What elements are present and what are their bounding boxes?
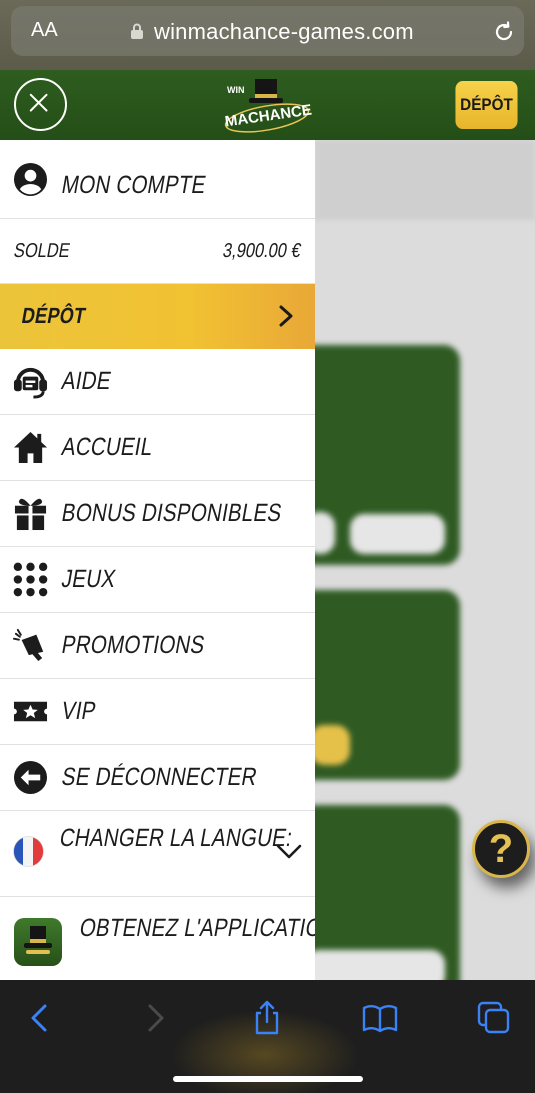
menu-label-bonus: BONUS DISPONIBLES <box>59 499 285 527</box>
browser-bottom-toolbar <box>0 980 535 1093</box>
balance-label: SOLDE <box>12 240 72 262</box>
header-deposit-button[interactable]: DÉPÔT <box>455 81 518 129</box>
url-text[interactable]: winmachance-games.com <box>154 19 414 45</box>
browser-toolbar: AA winmachance-games.com <box>0 0 535 70</box>
bookmarks-icon[interactable] <box>362 1000 398 1036</box>
logout-icon <box>13 760 48 795</box>
text-size-button[interactable]: AA <box>31 19 58 42</box>
site-logo[interactable]: WIN MACHANCE <box>215 74 315 136</box>
ticket-star-icon <box>13 694 48 729</box>
side-menu: MON COMPTE SOLDE 3,900.00 € DÉPÔT AIDE A… <box>0 140 315 980</box>
user-icon <box>13 162 48 197</box>
address-bar[interactable]: AA winmachance-games.com <box>11 6 524 56</box>
menu-label-home: ACCUEIL <box>59 433 156 461</box>
close-icon <box>29 93 48 112</box>
question-mark-icon: ? <box>488 826 514 871</box>
lock-icon <box>131 23 143 39</box>
share-icon[interactable] <box>249 1000 285 1036</box>
headset-icon <box>13 364 48 399</box>
home-indicator <box>173 1076 363 1082</box>
menu-label-help: AIDE <box>59 367 114 395</box>
chevron-down-icon <box>276 844 302 859</box>
menu-label-vip: VIP <box>59 697 99 725</box>
balance-value: 3,900.00 € <box>221 240 304 262</box>
menu-item-logout[interactable]: SE DÉCONNECTER <box>0 745 315 811</box>
menu-item-home[interactable]: ACCUEIL <box>0 415 315 481</box>
get-app-link[interactable]: OBTENEZ L'APPLICATION <box>0 897 315 980</box>
menu-label-account: MON COMPTE <box>59 171 209 199</box>
gift-icon <box>13 496 48 531</box>
menu-item-help[interactable]: AIDE <box>0 349 315 415</box>
menu-label-promotions: PROMOTIONS <box>59 631 208 659</box>
megaphone-icon <box>13 628 48 663</box>
flag-france-icon <box>13 836 44 867</box>
chevron-right-icon <box>279 305 293 327</box>
back-icon[interactable] <box>22 1000 58 1036</box>
menu-deposit-button[interactable]: DÉPÔT <box>0 284 315 349</box>
logo-top-text: WIN <box>227 85 245 95</box>
site-header: WIN MACHANCE DÉPÔT <box>0 70 535 140</box>
language-label: CHANGER LA LANGUE: <box>57 824 295 852</box>
forward-icon[interactable] <box>137 1000 173 1036</box>
menu-label-games: JEUX <box>59 565 118 593</box>
close-menu-button[interactable] <box>14 78 67 131</box>
menu-label-deposit: DÉPÔT <box>19 303 88 328</box>
grid-dots-icon <box>13 562 48 597</box>
app-icon <box>14 918 62 966</box>
menu-label-logout: SE DÉCONNECTER <box>59 763 260 791</box>
menu-item-vip[interactable]: VIP <box>0 679 315 745</box>
home-icon <box>13 430 48 465</box>
menu-item-bonus[interactable]: BONUS DISPONIBLES <box>0 481 315 547</box>
help-chat-button[interactable]: ? <box>472 820 530 878</box>
menu-item-promotions[interactable]: PROMOTIONS <box>0 613 315 679</box>
get-app-label: OBTENEZ L'APPLICATION <box>77 914 315 942</box>
tabs-icon[interactable] <box>476 1000 512 1036</box>
language-selector[interactable]: CHANGER LA LANGUE: <box>0 811 315 897</box>
menu-item-account[interactable]: MON COMPTE <box>0 140 315 219</box>
reload-icon[interactable] <box>492 20 516 44</box>
menu-item-games[interactable]: JEUX <box>0 547 315 613</box>
balance-row: SOLDE 3,900.00 € <box>0 219 315 284</box>
